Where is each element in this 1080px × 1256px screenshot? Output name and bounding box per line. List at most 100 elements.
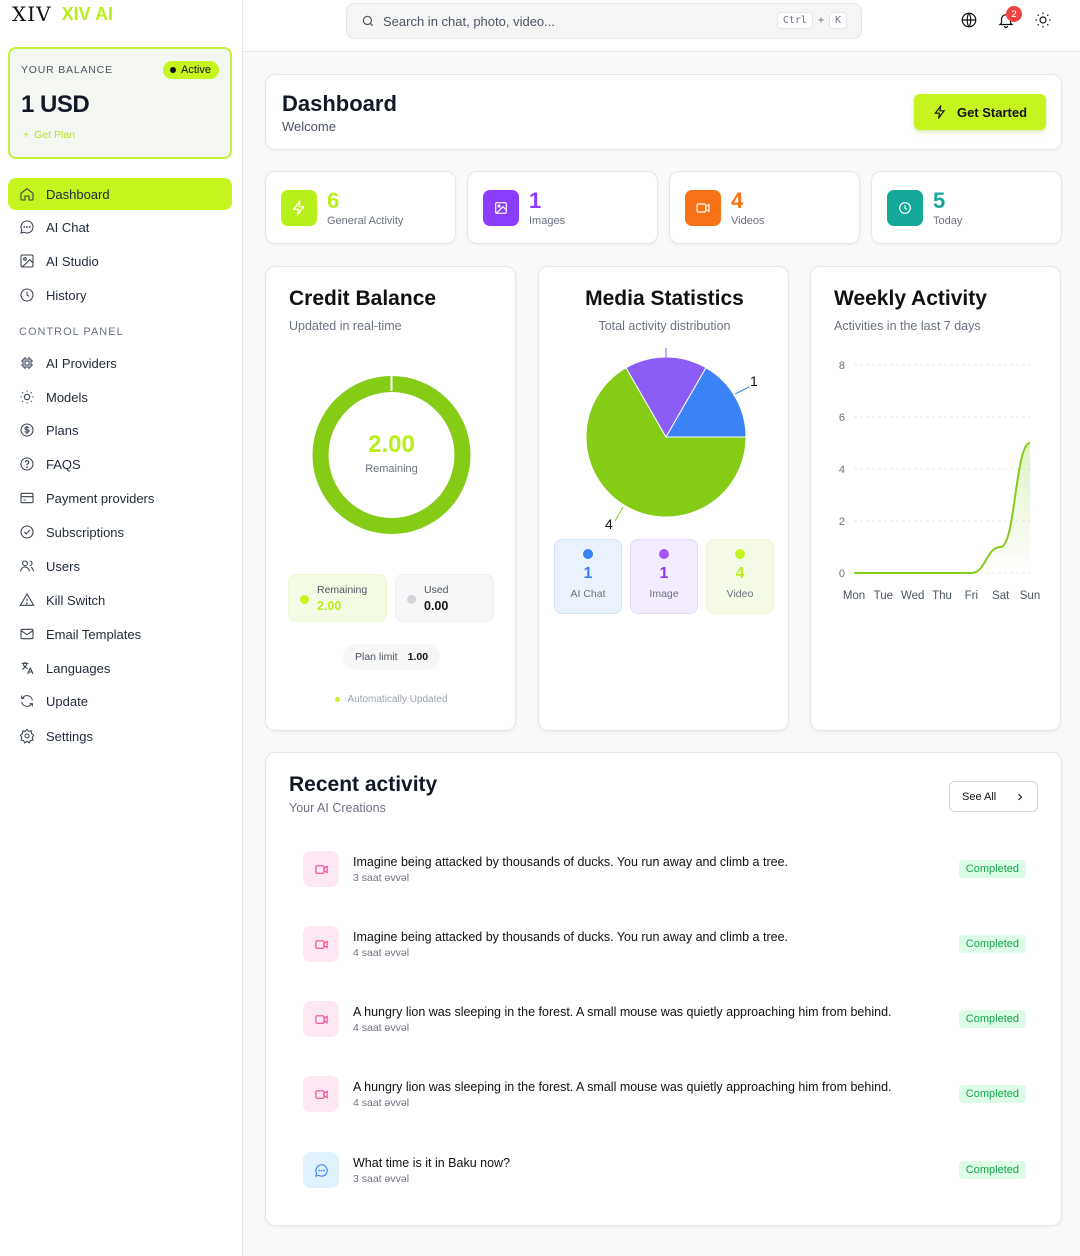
globe-icon (961, 12, 977, 28)
weekly-activity-panel: Weekly Activity Activities in the last 7… (810, 266, 1061, 731)
chat-icon (314, 1163, 328, 1177)
x-tick-label: Thu (932, 590, 952, 602)
get-plan-link[interactable]: + Get Plan (23, 129, 75, 141)
sidebar-item-label: Languages (46, 660, 111, 676)
sidebar-item-models[interactable]: Models (8, 381, 232, 413)
legend-dot (583, 549, 593, 559)
bolt-icon (292, 200, 305, 216)
notifications-button[interactable]: 2 (997, 6, 1022, 31)
recent-subtitle: Your AI Creations (289, 801, 386, 815)
sidebar-item-label: FAQS (46, 456, 81, 472)
video-icon (314, 1089, 328, 1099)
chip-icon (21, 357, 33, 369)
y-tick-label: 8 (839, 360, 845, 372)
sidebar-item-history[interactable]: History (8, 279, 232, 311)
activity-type-icon-bg (303, 1076, 339, 1112)
x-tick-label: Sat (992, 590, 1010, 602)
sidebar-item-plans[interactable]: Plans (8, 414, 232, 446)
chat-icon (20, 220, 34, 234)
x-tick-label: Tue (874, 590, 893, 602)
bulb-icon (20, 390, 34, 404)
card-icon (20, 492, 34, 504)
sidebar-item-subscriptions[interactable]: Subscriptions (8, 516, 232, 548)
balance-amount: 1 USD (21, 91, 90, 118)
pie-callout-top: 1 (750, 373, 758, 389)
status-text: Active (181, 64, 211, 76)
sidebar-item-email-templates[interactable]: Email Templates (8, 618, 232, 650)
sidebar-item-users[interactable]: Users (8, 550, 232, 582)
sidebar: XIV XIV AI YOUR BALANCE Active 1 USD + Ge… (0, 0, 243, 1256)
list-item[interactable]: Imagine being attacked by thousands of d… (303, 849, 1026, 889)
stat-card-videos: 4 Videos (669, 171, 860, 244)
sidebar-item-update[interactable]: Update (8, 685, 232, 717)
logo[interactable]: XIV XIV AI (12, 2, 113, 26)
logo-mark: XIV (12, 2, 52, 26)
sidebar-item-ai-studio[interactable]: AI Studio (8, 245, 232, 277)
pie-leader-video (614, 506, 624, 522)
sidebar-item-label: AI Studio (46, 253, 99, 269)
legend-dot (659, 549, 669, 559)
pie-leader-ai-chat (734, 386, 750, 395)
x-tick-label: Wed (901, 590, 924, 602)
status-badge: Completed (958, 1010, 1026, 1028)
sidebar-item-label: AI Providers (46, 355, 117, 371)
clock-icon (899, 202, 911, 214)
notification-count: 2 (1006, 6, 1022, 22)
credit-donut (312, 375, 471, 534)
sidebar-item-payment-providers[interactable]: Payment providers (8, 482, 232, 514)
search-input[interactable]: Search in chat, photo, video... Ctrl + K (346, 3, 862, 39)
activity-time: 4 saat əvvəl (353, 947, 410, 959)
activity-title: Imagine being attacked by thousands of d… (353, 930, 788, 944)
video-icon (314, 864, 328, 874)
activity-title: What time is it in Baku now? (353, 1156, 511, 1170)
stat-label: Images (529, 215, 566, 227)
media-pie-chart: 1 4 (585, 348, 758, 532)
activity-time: 4 saat əvvəl (353, 1097, 410, 1109)
weekly-title: Weekly Activity (834, 287, 987, 310)
y-tick-label: 2 (839, 516, 845, 528)
stat-value: 5 (933, 188, 946, 213)
sidebar-item-languages[interactable]: Languages (8, 652, 232, 684)
stat-label: General Activity (327, 215, 404, 227)
theme-toggle[interactable] (1034, 11, 1054, 31)
users-icon (20, 560, 34, 572)
activity-type-icon-bg (303, 926, 339, 962)
credit-title: Credit Balance (289, 287, 437, 310)
legend-value: 1 (583, 565, 593, 582)
sidebar-item-ai-providers[interactable]: AI Providers (8, 347, 232, 379)
sidebar-item-label: Models (46, 389, 88, 405)
list-item[interactable]: A hungry lion was sleeping in the forest… (303, 1074, 1026, 1114)
stat-card-today: 5 Today (871, 171, 1062, 244)
activity-time: 3 saat əvvəl (353, 872, 410, 884)
activity-time: 4 saat əvvəl (353, 1022, 410, 1034)
list-item[interactable]: What time is it in Baku now? 3 saat əvvə… (303, 1150, 1026, 1190)
language-button[interactable] (960, 11, 980, 31)
sidebar-item-label: Subscriptions (46, 524, 125, 540)
auto-update-note: Automatically Updated (266, 694, 517, 705)
see-all-label: See All (962, 790, 997, 803)
balance-card: YOUR BALANCE Active 1 USD + Get Plan (8, 47, 232, 159)
sidebar-item-dashboard[interactable]: Dashboard (8, 178, 232, 210)
help-icon (20, 457, 34, 471)
sidebar-item-label: Payment providers (46, 490, 155, 506)
control-panel-heading: CONTROL PANEL (19, 326, 124, 338)
legend-label: Video (726, 588, 754, 600)
list-item[interactable]: A hungry lion was sleeping in the forest… (303, 999, 1026, 1039)
stat-card-general-activity: 6 General Activity (265, 171, 456, 244)
get-started-button[interactable]: Get Started (914, 94, 1046, 130)
sidebar-item-faqs[interactable]: FAQS (8, 448, 232, 480)
sidebar-item-label: Update (46, 693, 88, 709)
remaining-label: Remaining (317, 584, 368, 596)
clock-icon (20, 288, 34, 302)
sidebar-item-kill-switch[interactable]: Kill Switch (8, 584, 232, 616)
page-header: Dashboard Welcome Get Started (265, 74, 1062, 150)
sidebar-item-settings[interactable]: Settings (8, 720, 232, 752)
pie-callout-bottom: 4 (605, 516, 613, 532)
legend-dot (735, 549, 745, 559)
list-item[interactable]: Imagine being attacked by thousands of d… (303, 924, 1026, 964)
image-icon (20, 254, 34, 268)
image-icon (495, 202, 507, 214)
sidebar-item-ai-chat[interactable]: AI Chat (8, 211, 232, 243)
stat-card-images: 1 Images (467, 171, 658, 244)
see-all-button[interactable]: See All (949, 781, 1038, 812)
